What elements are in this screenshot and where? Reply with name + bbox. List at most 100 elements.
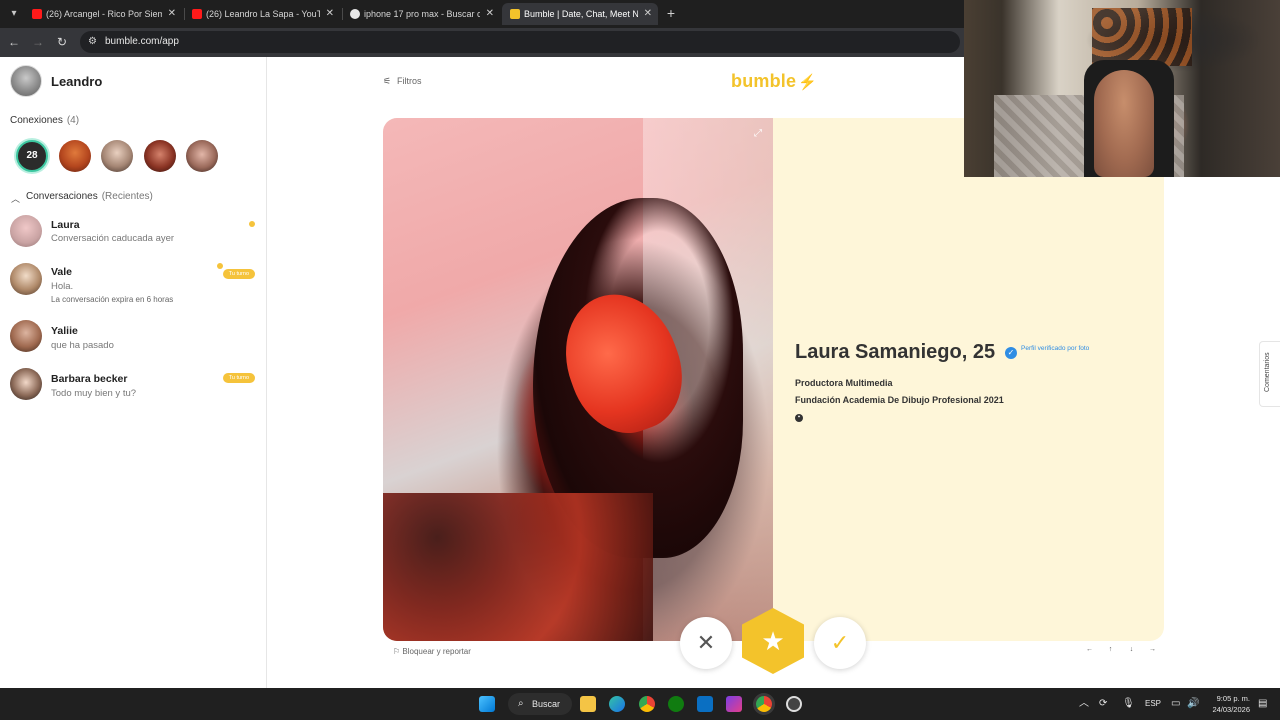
- conversation-name: Yaliie: [51, 325, 78, 337]
- your-turn-badge: Tu turno: [222, 269, 255, 279]
- copilot-icon[interactable]: [726, 696, 742, 712]
- expiry-notice: La conversación expira en 6 horas: [51, 295, 174, 304]
- taskbar: ⌕ Buscar ︿ ⟳ 🎙 ESP ▭ 🔊 9:05 p. m. 24/03/…: [0, 688, 1280, 720]
- browser-tab-3[interactable]: iphone 17 pro max - Buscar co ✕: [342, 3, 500, 25]
- arrow-down-icon: ↓: [1129, 646, 1134, 653]
- tab-title: iphone 17 pro max - Buscar co: [364, 9, 480, 19]
- lightning-bolt-icon: ⚡: [798, 74, 818, 91]
- conversations-label: Conversaciones: [26, 191, 98, 202]
- url-text: bumble.com/app: [105, 36, 179, 47]
- close-tab-icon[interactable]: ✕: [486, 3, 494, 25]
- comments-tab[interactable]: Comentarios: [1259, 341, 1280, 407]
- quote-icon: ❝: [795, 414, 803, 422]
- user-avatar[interactable]: [10, 65, 42, 97]
- microphone-icon[interactable]: 🎙: [1122, 688, 1135, 720]
- close-tab-icon[interactable]: ✕: [644, 3, 652, 25]
- webcam-overlay: [964, 0, 1280, 177]
- sidebar: Leandro Conexiones (4) 28 ︿ Conversacione…: [0, 57, 267, 688]
- connection-avatar[interactable]: [144, 140, 176, 172]
- expand-icon[interactable]: ⤢: [752, 128, 764, 140]
- conversation-item-vale[interactable]: Vale Hola. La conversación expira en 6 h…: [0, 260, 266, 310]
- bumble-icon: [510, 9, 520, 19]
- address-bar[interactable]: ⚙ bumble.com/app: [80, 31, 960, 53]
- conversation-item-barbara[interactable]: Barbara becker Todo muy bien y tu? Tu tu…: [0, 367, 266, 407]
- logo-text: bumble: [731, 71, 797, 91]
- language-indicator[interactable]: ESP: [1145, 688, 1161, 720]
- taskbar-search[interactable]: ⌕ Buscar: [508, 693, 572, 715]
- webcam-wall-poster: [1092, 8, 1192, 66]
- edge-icon[interactable]: [609, 696, 625, 712]
- conversation-message: que ha pasado: [51, 340, 114, 351]
- tray-overflow-chevron-icon[interactable]: ︿: [1079, 688, 1089, 720]
- browser-tab-1[interactable]: (26) Arcangel - Rico Por Siempr ✕: [24, 3, 182, 25]
- tab-title: (26) Leandro La Sapa - YouTube: [206, 9, 320, 19]
- browser-tab-2[interactable]: (26) Leandro La Sapa - YouTube ✕: [184, 3, 340, 25]
- conversation-item-laura[interactable]: Laura Conversación caducada ayer: [0, 212, 266, 252]
- xbox-icon[interactable]: [668, 696, 684, 712]
- connection-avatar[interactable]: [186, 140, 218, 172]
- avatar: [10, 263, 42, 295]
- windows-start-icon[interactable]: [479, 696, 495, 712]
- profile-card: ⤢ Laura Samaniego, 25 ✓ Perfil verificad…: [383, 118, 1164, 641]
- notifications-icon[interactable]: ▤: [1258, 688, 1267, 720]
- search-icon: ⌕: [518, 698, 524, 709]
- conversation-message: Todo muy bien y tu?: [51, 388, 137, 399]
- webcam-person: [1094, 70, 1154, 177]
- keyboard-hints: ← ↑ ↓ →: [1079, 646, 1163, 653]
- arrow-up-icon: ↑: [1108, 646, 1113, 653]
- conversation-name: Laura: [51, 219, 80, 231]
- connections-counter-avatar[interactable]: 28: [16, 140, 48, 172]
- conversation-message: Conversación caducada ayer: [51, 233, 175, 244]
- reload-icon[interactable]: ↻: [54, 34, 70, 50]
- connections-header: Conexiones (4): [10, 115, 79, 126]
- photos-icon[interactable]: [697, 696, 713, 712]
- verified-check-icon: ✓: [1005, 347, 1017, 359]
- site-settings-icon[interactable]: ⚙: [88, 36, 100, 48]
- sliders-icon: ⚟: [383, 76, 392, 86]
- block-report-link[interactable]: ⚐ Bloquear y reportar: [393, 647, 471, 656]
- close-tab-icon[interactable]: ✕: [168, 3, 176, 25]
- filters-label: Filtros: [397, 76, 422, 86]
- avatar: [10, 320, 42, 352]
- tab-search-chevron-icon[interactable]: ▾: [6, 6, 22, 22]
- taskbar-clock[interactable]: 9:05 p. m. 24/03/2026: [1206, 693, 1250, 715]
- profile-info: Laura Samaniego, 25 ✓ Perfil verificado …: [795, 341, 1089, 422]
- tab-title: (26) Arcangel - Rico Por Siempr: [46, 9, 162, 19]
- filters-button[interactable]: ⚟ Filtros: [383, 76, 422, 87]
- pass-button[interactable]: ✕: [680, 617, 732, 669]
- forward-arrow-icon[interactable]: →: [30, 34, 46, 50]
- avatar: [10, 215, 42, 247]
- youtube-icon: [32, 9, 42, 19]
- search-label: Buscar: [532, 699, 561, 709]
- bumble-logo: bumble ⚡: [731, 71, 817, 92]
- close-tab-icon[interactable]: ✕: [326, 3, 334, 25]
- youtube-icon: [192, 9, 202, 19]
- flag-icon: ⚐: [393, 647, 401, 656]
- volume-icon[interactable]: 🔊: [1187, 688, 1199, 720]
- network-icon[interactable]: ▭: [1171, 688, 1180, 720]
- new-tab-button[interactable]: +: [664, 4, 678, 22]
- obs-icon[interactable]: [786, 696, 802, 712]
- comments-label: Comentarios: [1264, 352, 1271, 392]
- arrow-left-icon: ←: [1086, 646, 1093, 653]
- file-explorer-icon[interactable]: [580, 696, 596, 712]
- conversations-filter: (Recientes): [101, 191, 153, 202]
- connection-avatar[interactable]: [101, 140, 133, 172]
- conversation-item-yaliie[interactable]: Yaliie que ha pasado: [0, 319, 266, 359]
- sync-icon[interactable]: ⟳: [1099, 688, 1107, 720]
- conversation-name: Barbara becker: [51, 373, 128, 385]
- tab-title: Bumble | Date, Chat, Meet New: [524, 9, 638, 19]
- conversation-name: Vale: [51, 266, 73, 278]
- chrome-active-icon[interactable]: [756, 696, 772, 712]
- user-name: Leandro: [51, 74, 103, 89]
- profile-job: Productora Multimedia: [795, 378, 893, 388]
- chevron-up-icon[interactable]: ︿: [11, 192, 20, 205]
- chrome-icon[interactable]: [639, 696, 655, 712]
- arrow-right-icon: →: [1149, 646, 1156, 653]
- conversations-header[interactable]: Conversaciones (Recientes): [26, 191, 153, 202]
- back-arrow-icon[interactable]: ←: [6, 34, 22, 50]
- clock-date: 24/03/2026: [1212, 705, 1250, 714]
- like-button[interactable]: ✓: [814, 617, 866, 669]
- browser-tab-4-active[interactable]: Bumble | Date, Chat, Meet New ✕: [502, 3, 658, 25]
- connection-avatar[interactable]: [59, 140, 91, 172]
